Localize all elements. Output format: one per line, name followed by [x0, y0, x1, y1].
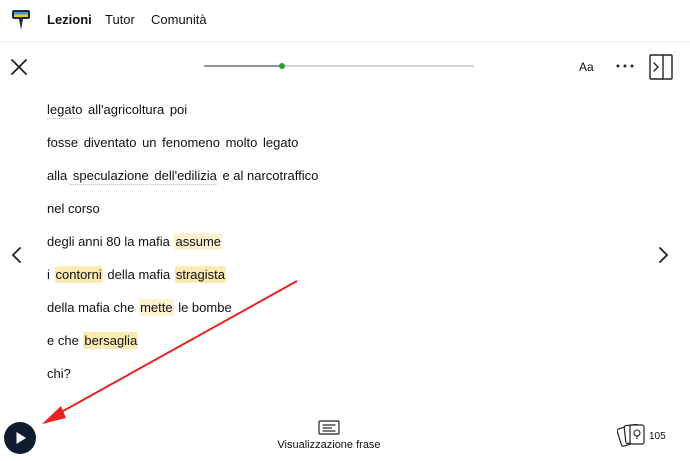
- highlighted-word[interactable]: assume: [174, 233, 223, 250]
- app-logo-icon[interactable]: [10, 9, 32, 31]
- transcript-line: della mafia che mette le bombe: [46, 299, 233, 316]
- highlighted-word[interactable]: stragista: [174, 266, 226, 283]
- transcript-line: i contorni della mafia stragista: [46, 266, 226, 283]
- transcript-line: e che bersaglia: [46, 332, 139, 349]
- transcript-line: legato all'agricoltura poi: [46, 101, 188, 119]
- transcript-word[interactable]: le bombe: [174, 299, 233, 316]
- highlighted-word[interactable]: bersaglia: [83, 332, 139, 349]
- transcript-word[interactable]: molto: [221, 134, 258, 151]
- transcript-word[interactable]: legato: [258, 134, 299, 151]
- sentence-view-toggle[interactable]: Visualizzazione frase: [270, 420, 388, 456]
- highlighted-word[interactable]: contorni: [54, 266, 103, 283]
- flashcards-count: 105: [649, 431, 666, 442]
- view-mode-label: Visualizzazione frase: [277, 439, 381, 451]
- top-navigation: Lezioni Tutor Comunità: [0, 0, 690, 42]
- side-panel-icon[interactable]: [649, 54, 673, 80]
- transcript-word[interactable]: della mafia che: [46, 299, 139, 316]
- progress-marker[interactable]: [279, 63, 286, 69]
- play-button[interactable]: [4, 422, 36, 454]
- transcript-line: fosse diventato un fenomeno molto legato: [46, 135, 299, 150]
- nav-item-comunita[interactable]: Comunità: [151, 12, 207, 27]
- transcript-word[interactable]: della mafia: [103, 266, 175, 283]
- nav-item-tutor[interactable]: Tutor: [105, 12, 135, 27]
- font-settings-button[interactable]: Aa: [579, 60, 594, 74]
- transcript-word[interactable]: nel corso: [46, 200, 101, 217]
- transcript-line: alla speculazione dell'edilizia e al nar…: [46, 167, 319, 185]
- transcript-word[interactable]: e al narcotraffico: [218, 167, 319, 184]
- transcript-word[interactable]: fosse: [46, 134, 79, 151]
- flashcards-icon[interactable]: [617, 421, 647, 449]
- progress-fill: [204, 65, 283, 67]
- close-icon[interactable]: [9, 57, 29, 77]
- transcript-word[interactable]: alla: [46, 167, 68, 184]
- transcript-word[interactable]: degli anni 80 la mafia: [46, 233, 174, 250]
- sentence-view-icon: [318, 420, 340, 435]
- transcript-word[interactable]: chi?: [46, 365, 72, 382]
- transcript-line: degli anni 80 la mafia assume: [46, 233, 223, 250]
- transcript-line: nel corso: [46, 201, 101, 216]
- transcript-word[interactable]: diventato: [79, 134, 137, 151]
- nav-item-lezioni[interactable]: Lezioni: [47, 12, 92, 27]
- more-horizontal-icon[interactable]: [614, 56, 636, 76]
- transcript-word[interactable]: un: [137, 134, 157, 151]
- transcript-word[interactable]: fenomeno: [158, 134, 221, 151]
- transcript-word[interactable]: e che: [46, 332, 83, 349]
- transcript-word[interactable]: all'agricoltura: [83, 101, 165, 118]
- chevron-left-icon[interactable]: [10, 245, 24, 265]
- highlighted-word[interactable]: mette: [139, 299, 174, 316]
- lesson-progress-bar[interactable]: [204, 63, 474, 69]
- transcript-word[interactable]: poi: [165, 101, 188, 118]
- transcript-word[interactable]: dell'edilizia: [149, 167, 218, 185]
- transcript-word[interactable]: i: [46, 266, 55, 283]
- chevron-right-icon[interactable]: [656, 245, 670, 265]
- transcript-word[interactable]: legato: [46, 101, 84, 119]
- transcript-line: chi?: [46, 366, 72, 381]
- play-icon: [16, 432, 26, 444]
- transcript-word[interactable]: speculazione: [68, 167, 150, 185]
